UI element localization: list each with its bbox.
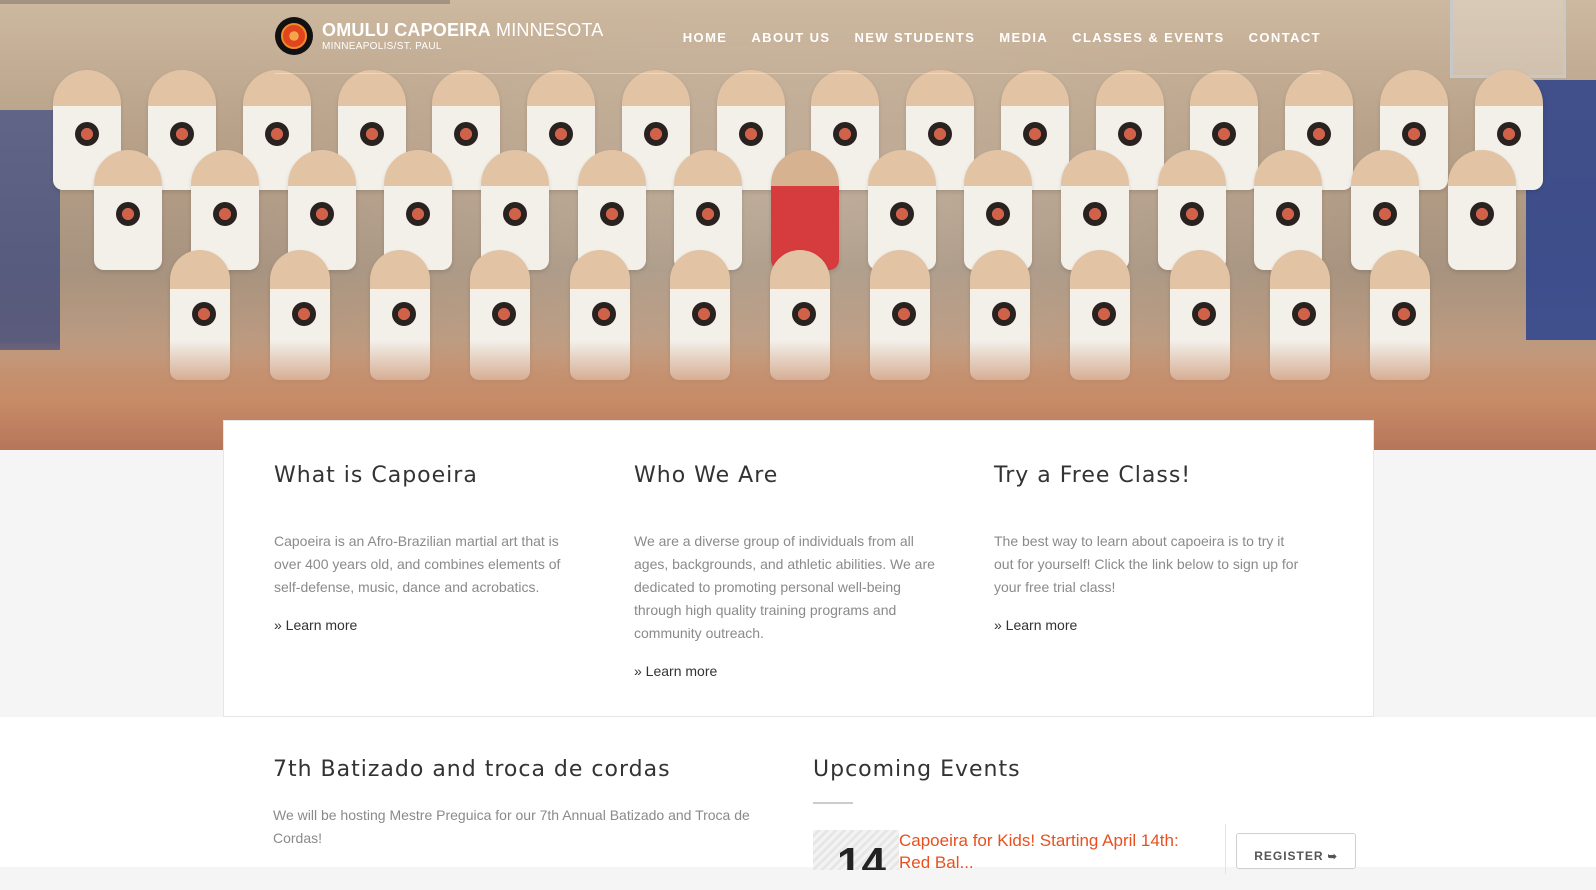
event-date-badge: 14 (813, 830, 899, 870)
site-subtitle: MINNEAPOLIS/ST. PAUL (322, 40, 442, 52)
learn-more-link[interactable]: » Learn more (994, 617, 1299, 633)
feature-card: What is Capoeira Capoeira is an Afro-Bra… (223, 420, 1374, 717)
news-title: 7th Batizado and troca de cordas (273, 757, 671, 782)
news-post: 7th Batizado and troca de cordas We will… (273, 757, 773, 850)
nav-media[interactable]: MEDIA (999, 30, 1048, 45)
feature-body: We are a diverse group of individuals fr… (634, 533, 935, 641)
logo-text: OMULU CAPOEIRA MINNESOTA MINNEAPOLIS/ST.… (322, 20, 604, 53)
site-logo[interactable]: OMULU CAPOEIRA MINNESOTA MINNEAPOLIS/ST.… (275, 17, 604, 55)
site-header: OMULU CAPOEIRA MINNESOTA MINNEAPOLIS/ST.… (0, 0, 1596, 75)
learn-more-link[interactable]: » Learn more (634, 663, 939, 679)
upcoming-events: Upcoming Events 14 Capoeira for Kids! St… (813, 757, 1358, 890)
nav-about-us[interactable]: ABOUT US (751, 30, 830, 45)
feature-title: Who We Are (634, 463, 779, 488)
feature-free-class: Try a Free Class! The best way to learn … (994, 463, 1299, 633)
bottom-section: 7th Batizado and troca de cordas We will… (0, 717, 1596, 874)
nav-contact[interactable]: CONTACT (1249, 30, 1321, 45)
feature-who-we-are: Who We Are We are a diverse group of ind… (634, 463, 939, 679)
logo-emblem (281, 23, 307, 49)
feature-body: Capoeira is an Afro-Brazilian martial ar… (274, 533, 561, 595)
register-label: REGISTER (1254, 849, 1324, 863)
main-nav: HOME ABOUT US NEW STUDENTS MEDIA CLASSES… (659, 30, 1321, 45)
news-body: We will be hosting Mestre Preguica for o… (273, 807, 750, 846)
event-title-link[interactable]: Capoeira for Kids! Starting April 14th: … (899, 830, 1199, 874)
event-item: 14 Capoeira for Kids! Starting April 14t… (813, 824, 1358, 890)
learn-more-link[interactable]: » Learn more (274, 617, 579, 633)
feature-title: What is Capoeira (274, 463, 478, 488)
feature-title: Try a Free Class! (994, 463, 1192, 488)
feature-what-is-capoeira: What is Capoeira Capoeira is an Afro-Bra… (274, 463, 579, 633)
person (1447, 150, 1516, 270)
event-day: 14 (837, 839, 886, 871)
nav-classes-events[interactable]: CLASSES & EVENTS (1072, 30, 1224, 45)
site-title-bold: OMULU CAPOEIRA (322, 19, 491, 40)
events-title-underline (813, 802, 853, 804)
nav-new-students[interactable]: NEW STUDENTS (854, 30, 975, 45)
capoeira-logo-icon (275, 17, 313, 55)
feature-body: The best way to learn about capoeira is … (994, 533, 1299, 595)
register-button[interactable]: REGISTER ➥ (1236, 833, 1356, 869)
events-title: Upcoming Events (813, 757, 1021, 782)
site-title: OMULU CAPOEIRA MINNESOTA (322, 20, 604, 40)
header-divider (275, 73, 1321, 74)
sign-in-icon: ➥ (1327, 851, 1338, 863)
nav-home[interactable]: HOME (683, 30, 728, 45)
site-title-light: MINNESOTA (496, 19, 604, 40)
